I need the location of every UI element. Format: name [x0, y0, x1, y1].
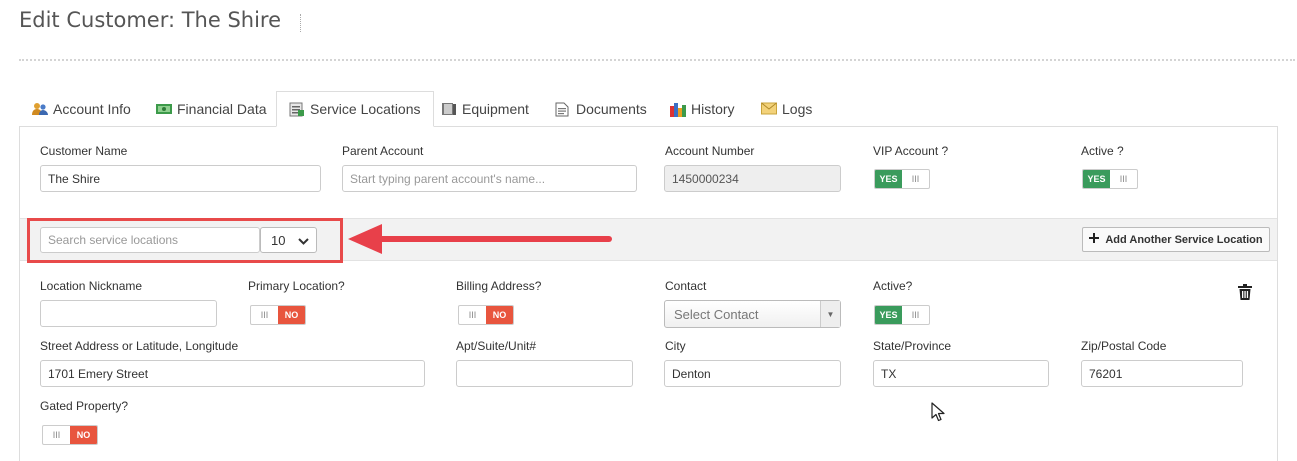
parent-account-input[interactable]	[342, 165, 637, 192]
state-input[interactable]	[873, 360, 1049, 387]
city-input[interactable]	[664, 360, 841, 387]
tab-history[interactable]: History	[670, 91, 735, 126]
toggle-yes: YES	[1083, 170, 1110, 188]
account-number-field	[664, 165, 841, 192]
trash-icon[interactable]	[1238, 284, 1252, 305]
mouse-cursor-icon	[931, 402, 945, 427]
tab-account-info[interactable]: Account Info	[32, 91, 131, 126]
city-label: City	[665, 339, 686, 353]
add-button-label: Add Another Service Location	[1105, 233, 1263, 246]
billing-address-toggle[interactable]: III NO	[458, 305, 514, 325]
toggle-no: NO	[278, 306, 305, 324]
customer-name-label: Customer Name	[40, 144, 128, 158]
toggle-grip: III	[468, 310, 477, 320]
users-icon	[32, 102, 48, 116]
toggle-grip: III	[260, 310, 269, 320]
annotation-arrow-head	[348, 224, 382, 254]
location-nickname-input[interactable]	[40, 300, 217, 327]
text-caret	[300, 14, 301, 32]
customer-name-input[interactable]	[40, 165, 321, 192]
tab-label: Equipment	[462, 100, 529, 117]
tab-label: Account Info	[53, 100, 131, 117]
tab-logs[interactable]: Logs	[761, 91, 812, 126]
primary-location-toggle[interactable]: III NO	[250, 305, 306, 325]
contact-placeholder: Select Contact	[674, 306, 759, 322]
zip-input[interactable]	[1081, 360, 1243, 387]
document-icon	[555, 102, 571, 116]
tab-service-locations[interactable]: Service Locations	[276, 91, 434, 127]
tab-label: History	[691, 100, 735, 117]
account-number-label: Account Number	[665, 144, 755, 158]
toggle-no: NO	[486, 306, 513, 324]
toggle-grip: III	[911, 310, 920, 320]
divider	[19, 59, 1295, 61]
primary-location-label: Primary Location?	[248, 279, 345, 293]
gated-property-label: Gated Property?	[40, 399, 129, 413]
plus-icon	[1089, 233, 1100, 246]
caret-down-icon: ▼	[820, 301, 840, 327]
tab-equipment[interactable]: Equipment	[441, 91, 529, 126]
page-title: Edit Customer: The Shire	[19, 8, 282, 32]
location-nickname-label: Location Nickname	[40, 279, 143, 293]
toggle-grip: III	[1119, 174, 1128, 184]
toggle-yes: YES	[875, 306, 902, 324]
toggle-yes: YES	[875, 170, 902, 188]
tab-label: Documents	[576, 100, 647, 117]
customer-active-label: Active ?	[1081, 144, 1124, 158]
gated-property-toggle[interactable]: III NO	[42, 425, 98, 445]
add-service-location-button[interactable]: Add Another Service Location	[1082, 227, 1270, 252]
apt-label: Apt/Suite/Unit#	[456, 339, 537, 353]
zip-label: Zip/Postal Code	[1081, 339, 1167, 353]
vip-account-label: VIP Account ?	[873, 144, 949, 158]
street-address-label: Street Address or Latitude, Longitude	[40, 339, 239, 353]
tab-label: Service Locations	[310, 101, 421, 117]
annotation-arrow-shaft	[374, 236, 612, 242]
tab-label: Financial Data	[177, 100, 267, 117]
location-active-toggle[interactable]: YES III	[874, 305, 930, 325]
parent-account-label: Parent Account	[342, 144, 424, 158]
toggle-grip: III	[52, 430, 61, 440]
tab-label: Logs	[782, 100, 813, 117]
vip-account-toggle[interactable]: YES III	[874, 169, 930, 189]
tab-financial-data[interactable]: Financial Data	[156, 91, 267, 126]
clipboard-icon	[289, 102, 305, 117]
contact-label: Contact	[665, 279, 707, 293]
toggle-no: NO	[70, 426, 97, 444]
billing-address-label: Billing Address?	[456, 279, 542, 293]
street-address-input[interactable]	[40, 360, 425, 387]
bar-chart-icon	[670, 102, 686, 117]
location-active-label: Active?	[873, 279, 913, 293]
toggle-grip: III	[911, 174, 920, 184]
money-icon	[156, 102, 172, 116]
tab-documents[interactable]: Documents	[555, 91, 647, 126]
contact-select[interactable]: Select Contact ▼	[664, 300, 841, 328]
book-icon	[441, 102, 457, 116]
state-label: State/Province	[873, 339, 952, 353]
customer-active-toggle[interactable]: YES III	[1082, 169, 1138, 189]
annotation-highlight-box	[27, 218, 343, 263]
envelope-icon	[761, 102, 777, 116]
apt-input[interactable]	[456, 360, 633, 387]
